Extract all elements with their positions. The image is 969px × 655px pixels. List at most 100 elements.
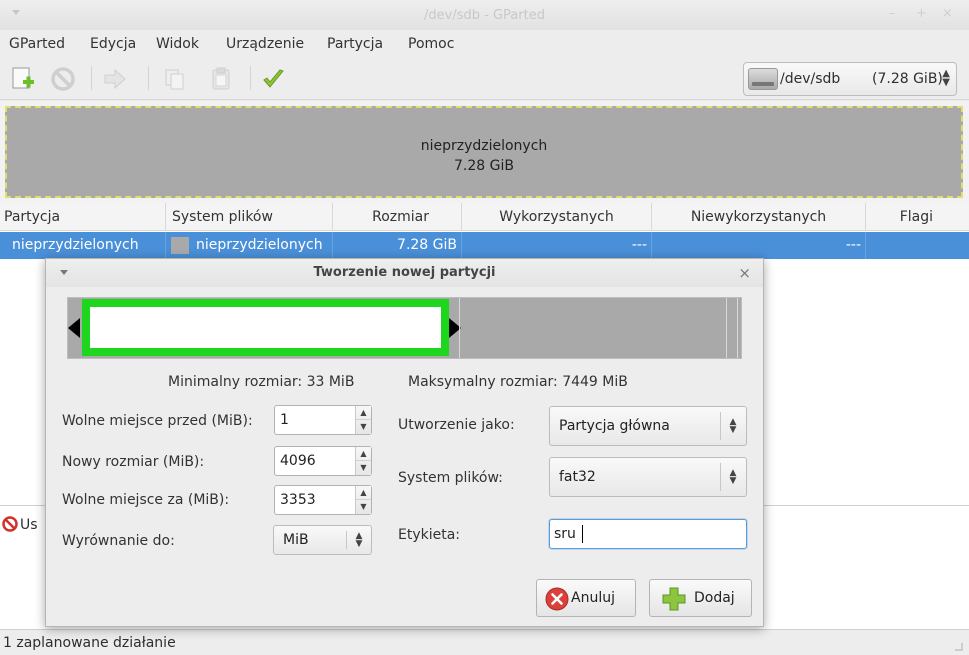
header-used[interactable]: Wykorzystanych bbox=[462, 203, 652, 231]
dialog-title: Tworzenie nowej partycji bbox=[313, 265, 496, 280]
menubar: GParted Edycja Widok Urządzenie Partycja… bbox=[0, 30, 969, 58]
device-size: (7.28 GiB) bbox=[872, 71, 943, 87]
spin-buttons[interactable]: ▲ ▼ bbox=[355, 486, 371, 514]
filesystem-label: System plików: bbox=[398, 470, 503, 486]
resizer-end bbox=[726, 298, 738, 358]
add-button[interactable]: Dodaj bbox=[649, 579, 752, 617]
text-caret bbox=[582, 525, 583, 543]
window-titlebar: /dev/sdb - GParted – + × bbox=[0, 0, 969, 30]
align-combo[interactable]: MiB ▲ ▼ bbox=[273, 525, 372, 555]
combo-arrows-icon: ▲ ▼ bbox=[729, 417, 737, 435]
free-after-label: Wolne miejsce za (MiB): bbox=[62, 492, 230, 508]
header-unused[interactable]: Niewykorzystanych bbox=[652, 203, 866, 231]
new-partition-block[interactable] bbox=[82, 299, 449, 356]
disk-map: nieprzydzielonych 7.28 GiB bbox=[0, 101, 969, 203]
free-before-spinbox[interactable]: 1 ▲ ▼ bbox=[274, 405, 372, 435]
no-entry-icon bbox=[51, 67, 75, 91]
spin-buttons[interactable]: ▲ ▼ bbox=[355, 406, 371, 434]
create-partition-dialog: Tworzenie nowej partycji × Minimalny roz… bbox=[45, 258, 764, 627]
min-size-label: Minimalny rozmiar: 33 MiB bbox=[168, 374, 355, 390]
spin-up-icon[interactable]: ▲ bbox=[356, 406, 371, 420]
combo-arrows-icon: ▲ ▼ bbox=[355, 531, 363, 549]
menu-help[interactable]: Pomoc bbox=[408, 36, 454, 52]
free-before-value: 1 bbox=[280, 412, 289, 428]
table-header: Partycja System plików Rozmiar Wykorzyst… bbox=[0, 203, 969, 231]
header-filesystem[interactable]: System plików bbox=[166, 203, 333, 231]
cancel-icon bbox=[545, 587, 569, 611]
cell-filesystem: nieprzydzielonych bbox=[166, 232, 333, 259]
apply-button[interactable] bbox=[258, 64, 288, 94]
create-as-combo[interactable]: Partycja główna ▲ ▼ bbox=[549, 406, 747, 446]
label-input-value: sru bbox=[554, 526, 576, 542]
menu-edit[interactable]: Edycja bbox=[90, 36, 136, 52]
pending-operation-text: Us bbox=[20, 517, 38, 533]
menu-partition[interactable]: Partycja bbox=[327, 36, 383, 52]
spin-down-icon[interactable]: ▼ bbox=[356, 500, 371, 514]
create-as-value: Partycja główna bbox=[559, 418, 670, 434]
partition-resizer[interactable] bbox=[67, 297, 742, 359]
align-value: MiB bbox=[283, 532, 309, 548]
free-before-label: Wolne miejsce przed (MiB): bbox=[62, 413, 253, 429]
spin-up-icon[interactable]: ▲ bbox=[356, 447, 371, 461]
combo-separator bbox=[346, 531, 347, 549]
resizer-boundary bbox=[459, 298, 460, 358]
filesystem-combo[interactable]: fat32 ▲ ▼ bbox=[549, 457, 747, 497]
table-row[interactable]: nieprzydzielonych nieprzydzielonych 7.28… bbox=[0, 232, 969, 259]
spin-down-icon[interactable]: ▼ bbox=[356, 420, 371, 434]
device-selector[interactable]: /dev/sdb (7.28 GiB) ▲ ▼ bbox=[743, 62, 957, 96]
new-size-label: Nowy rozmiar (MiB): bbox=[62, 454, 205, 470]
cancel-button[interactable]: Anuluj bbox=[536, 579, 636, 617]
copy-button[interactable] bbox=[160, 64, 190, 94]
statusbar: 1 zaplanowane działanie bbox=[0, 629, 969, 655]
cell-unused: --- bbox=[652, 232, 866, 259]
arrow-right-icon bbox=[104, 68, 126, 90]
spin-arrows-icon: ▲ ▼ bbox=[942, 68, 950, 88]
header-size[interactable]: Rozmiar bbox=[333, 203, 462, 231]
toolbar: /dev/sdb (7.28 GiB) ▲ ▼ bbox=[0, 58, 969, 100]
paste-button[interactable] bbox=[206, 64, 236, 94]
label-input[interactable]: sru bbox=[549, 519, 747, 549]
create-as-label: Utworzenie jako: bbox=[398, 417, 515, 433]
window-title: /dev/sdb - GParted bbox=[424, 8, 545, 23]
resize-move-button[interactable] bbox=[100, 64, 130, 94]
spin-buttons[interactable]: ▲ ▼ bbox=[355, 447, 371, 475]
new-size-spinbox[interactable]: 4096 ▲ ▼ bbox=[274, 446, 372, 476]
copy-icon bbox=[165, 69, 184, 90]
menu-device[interactable]: Urządzenie bbox=[226, 36, 304, 52]
unallocated-label: nieprzydzielonych bbox=[420, 138, 548, 154]
minimize-button[interactable]: – bbox=[889, 6, 896, 21]
cell-used: --- bbox=[462, 232, 652, 259]
cell-partition: nieprzydzielonych bbox=[0, 232, 166, 259]
add-label: Dodaj bbox=[694, 590, 735, 606]
new-icon bbox=[12, 67, 34, 89]
dialog-close-button[interactable]: × bbox=[738, 264, 751, 282]
header-partition[interactable]: Partycja bbox=[0, 203, 166, 231]
resize-handle-left-icon[interactable] bbox=[68, 318, 80, 338]
free-after-spinbox[interactable]: 3353 ▲ ▼ bbox=[274, 485, 372, 515]
checkmark-icon bbox=[263, 69, 284, 88]
menu-view[interactable]: Widok bbox=[156, 36, 199, 52]
dialog-titlebar: Tworzenie nowej partycji × bbox=[46, 259, 763, 287]
new-partition-button[interactable] bbox=[8, 64, 38, 94]
align-label: Wyrównanie do: bbox=[62, 533, 175, 549]
unallocated-size: 7.28 GiB bbox=[454, 158, 514, 174]
resize-grip-icon[interactable] bbox=[955, 643, 963, 651]
unallocated-block[interactable]: nieprzydzielonych 7.28 GiB bbox=[5, 106, 963, 198]
new-size-value: 4096 bbox=[280, 453, 316, 469]
delete-button[interactable] bbox=[48, 64, 78, 94]
combo-separator bbox=[720, 412, 721, 440]
cell-flags bbox=[866, 232, 969, 259]
menu-gparted[interactable]: GParted bbox=[9, 36, 65, 52]
cell-size: 7.28 GiB bbox=[333, 232, 462, 259]
free-after-value: 3353 bbox=[280, 492, 316, 508]
maximize-button[interactable]: + bbox=[916, 6, 927, 21]
filesystem-value: fat32 bbox=[559, 469, 596, 485]
no-entry-icon bbox=[2, 516, 18, 532]
spin-down-icon[interactable]: ▼ bbox=[356, 461, 371, 475]
toolbar-separator bbox=[91, 66, 92, 90]
combo-arrows-icon: ▲ ▼ bbox=[729, 468, 737, 486]
close-button[interactable]: × bbox=[942, 6, 953, 21]
header-flags[interactable]: Flagi bbox=[866, 203, 969, 231]
combo-separator bbox=[720, 463, 721, 491]
spin-up-icon[interactable]: ▲ bbox=[356, 486, 371, 500]
